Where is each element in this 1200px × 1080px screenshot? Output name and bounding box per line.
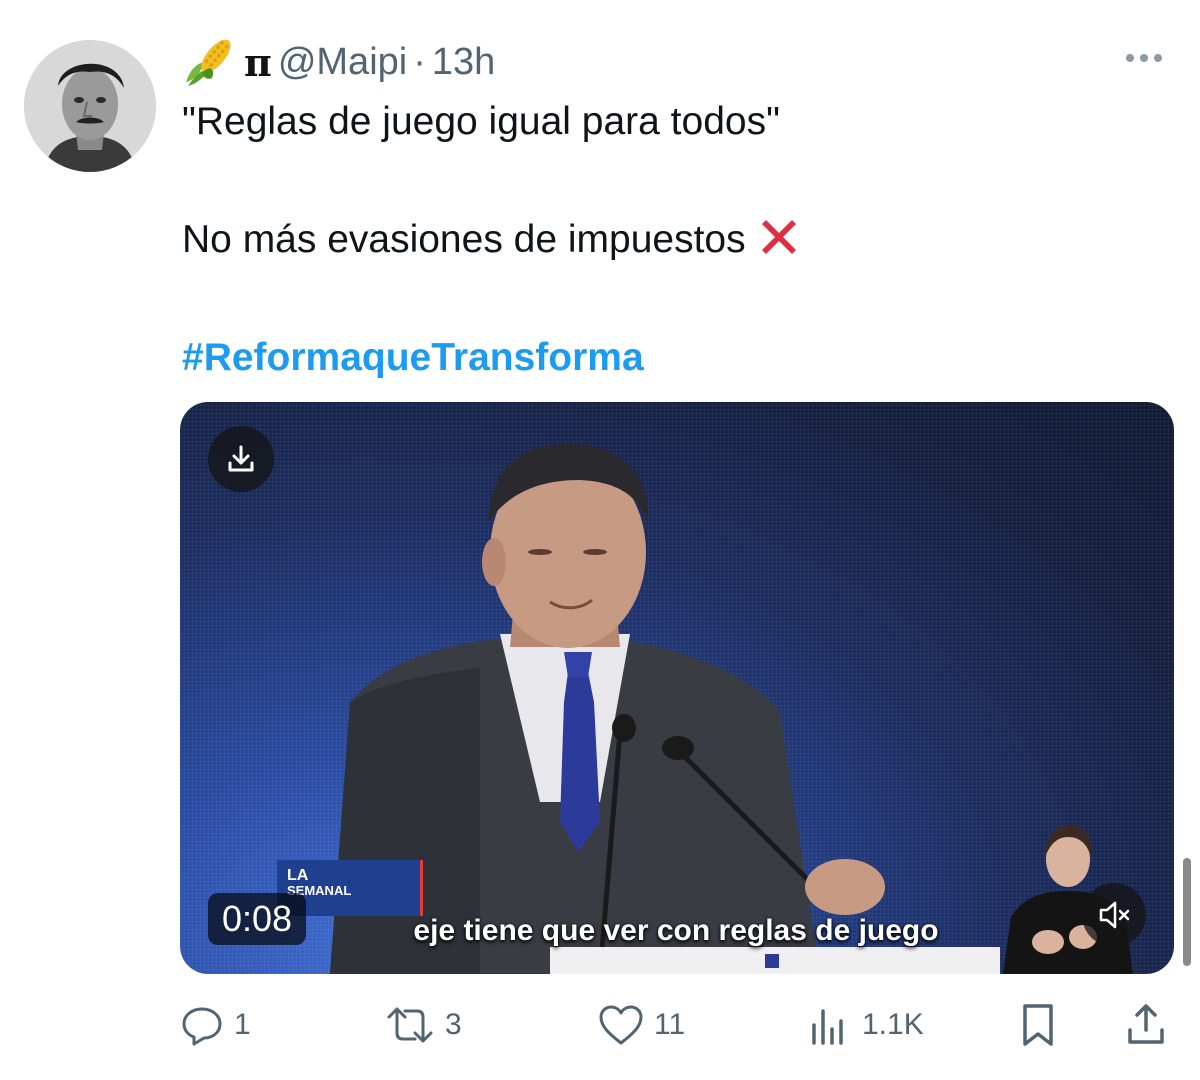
tweet-text-line: "Reglas de juego igual para todos" — [182, 100, 780, 143]
views-button[interactable]: 1.1K — [808, 1000, 924, 1050]
tweet-text-line-2: No más evasiones de impuestos — [182, 218, 746, 261]
hashtag-link[interactable]: #ReformaqueTransforma — [182, 332, 1162, 384]
share-icon — [1128, 1004, 1164, 1044]
reply-icon — [182, 1007, 222, 1046]
user-handle[interactable]: @Maipi — [278, 41, 407, 84]
repost-icon — [387, 1007, 433, 1043]
corn-icon — [186, 39, 231, 86]
download-icon — [228, 445, 254, 472]
video-duration: 0:08 — [208, 893, 307, 945]
logo-semanal: SEMANAL — [287, 883, 352, 898]
action-bar: 1 3 11 1.1K — [180, 1000, 1170, 1050]
scrollbar-thumb[interactable] — [1183, 858, 1191, 966]
analytics-icon — [812, 1009, 843, 1045]
display-name[interactable]: π — [182, 34, 272, 90]
tweet-header: π @Maipi · 13h — [182, 32, 495, 92]
more-button[interactable] — [1116, 44, 1172, 72]
video-player[interactable]: LA SEMANAL 0:08 eje tiene que ver con re… — [180, 402, 1174, 974]
logo-la: LA — [287, 867, 309, 884]
repost-count: 3 — [445, 1008, 462, 1041]
view-count: 1.1K — [862, 1008, 924, 1041]
like-count: 11 — [654, 1008, 686, 1041]
heart-icon — [599, 1005, 643, 1045]
video-subtitle: eje tiene que ver con reglas de juego — [413, 914, 939, 947]
display-name-text[interactable]: π — [244, 40, 272, 85]
post-time[interactable]: 13h — [432, 41, 495, 84]
separator-dot: · — [413, 40, 426, 83]
download-button[interactable] — [208, 426, 274, 492]
share-button[interactable] — [1126, 1000, 1166, 1050]
tweet-text: "Reglas de juego igual para todos" No má… — [182, 96, 1162, 384]
cross-mark-icon — [761, 220, 796, 254]
mute-button[interactable] — [1082, 883, 1146, 947]
reply-button[interactable]: 1 — [180, 1000, 251, 1050]
reply-count: 1 — [234, 1008, 251, 1041]
bookmark-button[interactable] — [1018, 1000, 1058, 1050]
repost-button[interactable]: 3 — [385, 1000, 462, 1050]
bookmark-icon — [1023, 1004, 1053, 1046]
like-button[interactable]: 11 — [598, 1000, 685, 1050]
avatar[interactable] — [24, 40, 156, 172]
more-icon — [1126, 54, 1134, 62]
volume-muted-icon — [1099, 901, 1130, 929]
tweet-text-line: No más evasiones de impuestos — [182, 214, 1162, 266]
